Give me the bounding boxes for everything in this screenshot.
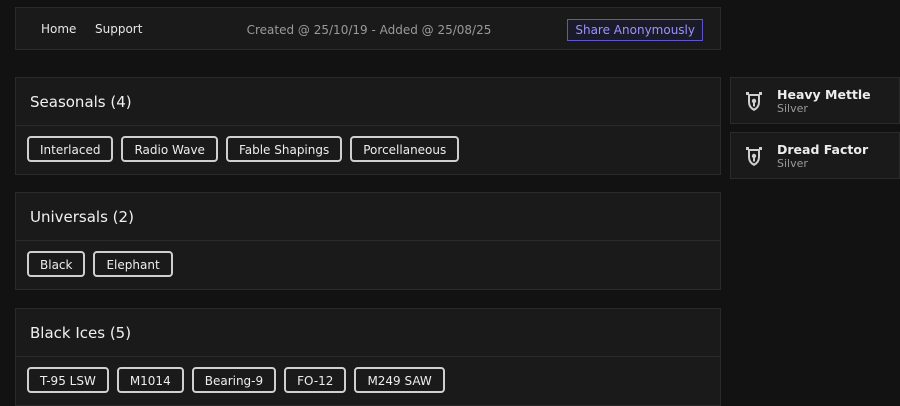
- chip-interlaced[interactable]: Interlaced: [27, 136, 114, 162]
- chip-t95-lsw[interactable]: T-95 LSW: [27, 367, 109, 393]
- badge-tier: Silver: [777, 157, 808, 170]
- section-title: Universals (2): [30, 208, 134, 226]
- badge-tier: Silver: [777, 102, 808, 115]
- chip-bearing-9[interactable]: Bearing-9: [191, 367, 277, 393]
- section-header: Universals (2): [16, 193, 720, 241]
- badge-name: Heavy Mettle: [777, 87, 871, 102]
- section-universals: Universals (2) Black Elephant: [15, 192, 721, 290]
- section-seasonals: Seasonals (4) Interlaced Radio Wave Fabl…: [15, 77, 721, 175]
- chip-fable-shapings[interactable]: Fable Shapings: [225, 136, 343, 162]
- chip-m249-saw[interactable]: M249 SAW: [354, 367, 445, 393]
- chip-fo-12[interactable]: FO-12: [284, 367, 347, 393]
- chip-list: Black Elephant: [16, 241, 720, 287]
- chip-m1014[interactable]: M1014: [116, 367, 184, 393]
- top-bar: Home Support Created @ 25/10/19 - Added …: [15, 7, 721, 50]
- badge-dread-factor[interactable]: Dread Factor Silver: [730, 132, 900, 179]
- section-title: Black Ices (5): [30, 324, 132, 342]
- badge-name: Dread Factor: [777, 142, 869, 157]
- share-anonymously-button[interactable]: Share Anonymously: [567, 19, 703, 41]
- chip-list: Interlaced Radio Wave Fable Shapings Por…: [16, 126, 720, 172]
- chip-porcellaneous[interactable]: Porcellaneous: [350, 136, 460, 162]
- section-header: Black Ices (5): [16, 309, 720, 357]
- badge-heavy-mettle[interactable]: Heavy Mettle Silver: [730, 77, 900, 124]
- chip-black[interactable]: Black: [27, 251, 86, 277]
- section-black-ices: Black Ices (5) T-95 LSW M1014 Bearing-9 …: [15, 308, 721, 406]
- chip-radio-wave[interactable]: Radio Wave: [121, 136, 218, 162]
- shield-emblem-icon: [746, 92, 762, 111]
- section-title: Seasonals (4): [30, 93, 132, 111]
- chip-list: T-95 LSW M1014 Bearing-9 FO-12 M249 SAW: [16, 357, 720, 403]
- section-header: Seasonals (4): [16, 78, 720, 126]
- shield-emblem-icon: [746, 147, 762, 166]
- chip-elephant[interactable]: Elephant: [93, 251, 173, 277]
